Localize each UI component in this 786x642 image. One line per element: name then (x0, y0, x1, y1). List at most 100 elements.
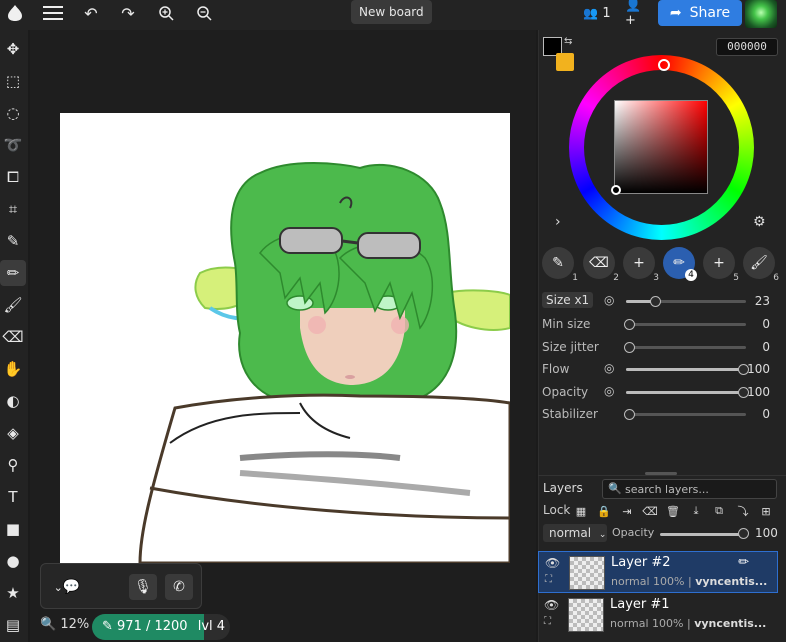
redo-icon[interactable]: ↷ (117, 0, 139, 26)
call-button[interactable]: ✆ (165, 574, 193, 600)
blend-mode-select[interactable]: normal ⌄ (543, 524, 607, 542)
opacity-row[interactable]: Opacity ◎ 100 (542, 382, 778, 402)
layer-meta: normal 100% | vyncentis... (611, 575, 768, 588)
swap-colors-icon[interactable]: ⇆ (564, 36, 572, 47)
layer-item[interactable]: 👁 ⛶ Layer #1 normal 100% | vyncentis... (538, 594, 778, 636)
stabilizer-knob[interactable] (624, 409, 635, 420)
merge-icon[interactable]: ⇥ (619, 503, 635, 519)
add-layer-icon[interactable]: ⊞ (758, 503, 774, 519)
eraser-tool[interactable]: ⌫ (0, 324, 26, 350)
layer-opacity-knob[interactable] (738, 528, 749, 539)
stamp-tool[interactable]: ⚲ (0, 452, 26, 478)
size-jitter-row[interactable]: Size jitter 0 (542, 337, 778, 357)
mute-microphone-button[interactable]: 🎙 (129, 574, 157, 600)
fill-tool[interactable]: ◈ (0, 420, 26, 446)
lock-icon[interactable]: 🔒 (596, 503, 612, 519)
phone-icon: ✆ (173, 579, 185, 595)
eyedropper-tool[interactable]: ✎ (0, 228, 26, 254)
chevron-right-icon[interactable]: › (555, 214, 561, 230)
chat-toggle-button[interactable]: ⌄ 💬 (53, 574, 81, 600)
opacity-label: Opacity (542, 385, 589, 399)
brush-preset-6[interactable]: 🖌 6 (743, 247, 779, 283)
sv-knob[interactable] (611, 185, 621, 195)
ellipse-shape-tool[interactable]: ● (0, 548, 26, 574)
text-tool[interactable]: T (0, 484, 26, 510)
add-user-icon[interactable]: 👤+ (625, 0, 649, 28)
resize-handle[interactable] (645, 472, 677, 475)
hex-color-input[interactable]: 000000 (716, 38, 778, 56)
hamburger-menu-icon[interactable] (40, 0, 66, 26)
delete-icon[interactable]: 🗑 (665, 503, 681, 519)
frames-tool[interactable]: ▤ (0, 612, 26, 638)
eye-icon[interactable]: 👁 (544, 598, 559, 612)
rect-select-tool[interactable]: ⬚ (0, 68, 26, 94)
pencil-tool[interactable]: ✏ (0, 260, 26, 286)
eye-icon[interactable]: 👁 (545, 556, 560, 570)
size-jitter-label: Size jitter (542, 340, 599, 354)
min-size-row[interactable]: Min size 0 (542, 314, 778, 334)
zoom-out-icon[interactable] (193, 0, 215, 26)
size-slider-row[interactable]: Size x1 ◎ 23 (542, 291, 778, 311)
lasso-tool[interactable]: ➰ (0, 132, 26, 158)
brush-preset-number: 6 (773, 273, 779, 283)
min-size-label: Min size (542, 317, 591, 331)
star-shape-tool[interactable]: ★ (0, 580, 26, 606)
crop-tool[interactable]: ⌗ (0, 196, 26, 222)
transform-tool[interactable]: ⧠ (0, 164, 26, 190)
move-down-icon[interactable]: ⤓ (688, 503, 704, 519)
layer-item[interactable]: 👁 ⛶ Layer #2 normal 100% | vyncentis... ✏ (538, 551, 778, 593)
mic-off-icon: 🎙 (134, 579, 152, 595)
stabilizer-row[interactable]: Stabilizer 0 (542, 404, 778, 424)
undo-icon[interactable]: ↶ (80, 0, 102, 26)
chevron-down-icon: ⌄ (53, 580, 63, 594)
drawing-canvas[interactable] (60, 113, 510, 563)
gear-icon[interactable]: ⚙ (753, 214, 766, 230)
eraser-layer-icon[interactable]: ⌫ (642, 503, 658, 519)
duplicate-icon[interactable]: ⧉ (711, 503, 727, 519)
size-slider[interactable] (626, 296, 746, 307)
search-input[interactable] (625, 481, 773, 497)
clipping-icon[interactable]: ⛶ (544, 616, 551, 627)
lock-transparency-icon[interactable]: ▦ (573, 503, 589, 519)
blur-tool[interactable]: ◐ (0, 388, 26, 414)
min-size-value: 0 (762, 317, 770, 331)
min-size-knob[interactable] (624, 319, 635, 330)
layer-opacity-value: 100 (755, 526, 778, 540)
hue-knob[interactable] (658, 59, 670, 71)
board-title-button[interactable]: New board (351, 0, 432, 24)
brush-preset-1[interactable]: ✎ 1 (542, 247, 578, 283)
brush-preset-2[interactable]: ⌫ 2 (583, 247, 619, 283)
pencil-icon: ✏ (738, 555, 749, 570)
ellipse-select-tool[interactable]: ◌ (0, 100, 26, 126)
layer-opacity-slider[interactable] (660, 533, 744, 536)
avatar[interactable] (745, 0, 777, 28)
merge-down-icon[interactable]: ⤵ (735, 503, 751, 519)
flow-row[interactable]: Flow ◎ 100 (542, 359, 778, 379)
size-knob[interactable] (649, 296, 661, 307)
clipping-icon[interactable]: ⛶ (545, 574, 552, 585)
size-value: 23 (754, 294, 770, 308)
brush-tool[interactable]: 🖌 (0, 292, 26, 318)
layers-search[interactable]: 🔍 (602, 479, 777, 499)
brush-preset-3[interactable]: +3 (623, 247, 659, 283)
app-logo-icon[interactable] (4, 0, 26, 26)
size-jitter-knob[interactable] (624, 342, 635, 353)
participants-count: 1 (602, 5, 611, 21)
pressure-icon[interactable]: ◎ (604, 384, 614, 398)
pressure-icon[interactable]: ◎ (604, 293, 614, 307)
zoom-in-icon[interactable] (155, 0, 177, 26)
lock-label: Lock (543, 503, 571, 517)
saturation-value-picker[interactable] (614, 100, 708, 194)
zoom-indicator[interactable]: 🔍 12% (40, 617, 89, 632)
move-tool[interactable]: ✥ (0, 36, 26, 62)
smudge-tool[interactable]: ✋ (0, 356, 26, 382)
size-label[interactable]: Size x1 (542, 292, 594, 308)
brush-preset-5[interactable]: +5 (703, 247, 739, 283)
brush-preset-4[interactable]: ✏ 4 (663, 247, 697, 281)
share-button[interactable]: ➦ Share (658, 0, 742, 26)
rectangle-shape-tool[interactable]: ■ (0, 516, 26, 542)
brush-icon: 🖌 (3, 296, 23, 314)
secondary-color-swatch[interactable] (556, 53, 574, 71)
participants-button[interactable]: 👥 1 (582, 0, 612, 26)
pressure-icon[interactable]: ◎ (604, 361, 614, 375)
